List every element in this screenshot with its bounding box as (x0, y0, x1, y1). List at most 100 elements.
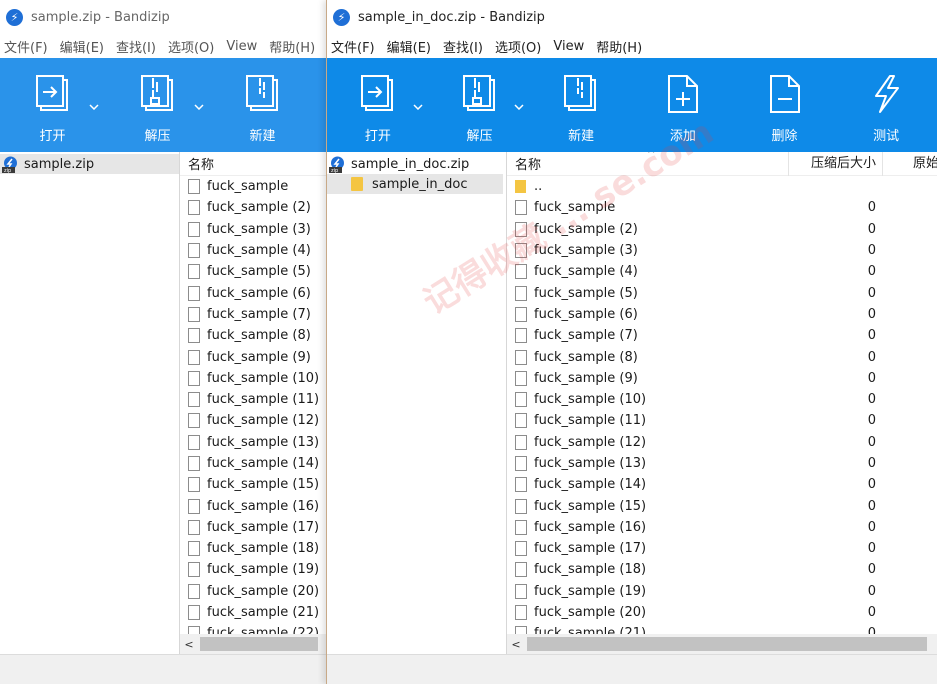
list-item[interactable]: fuck_sample (20) 0 (507, 602, 937, 623)
list-item[interactable]: fuck_sample (6) (180, 282, 326, 303)
list-item[interactable]: fuck_sample (3) 0 (507, 240, 937, 261)
list-item[interactable]: fuck_sample (8) 0 (507, 346, 937, 367)
new-archive-button[interactable]: 新建 (530, 58, 632, 152)
folder-tree: zip sample.zip (0, 152, 180, 654)
list-item[interactable]: fuck_sample (13) 0 (507, 453, 937, 474)
file-name: fuck_sample (5) (534, 285, 638, 301)
menu-options[interactable]: 选项(O) (168, 37, 220, 56)
list-item[interactable]: fuck_sample (11) (180, 389, 326, 410)
menu-view[interactable]: View (226, 39, 263, 54)
list-item[interactable]: fuck_sample (11) 0 (507, 410, 937, 431)
delete-button[interactable]: 删除 (734, 58, 836, 152)
list-item[interactable]: fuck_sample (15) (180, 474, 326, 495)
chevron-down-icon[interactable] (413, 88, 423, 114)
list-item[interactable]: fuck_sample (3) (180, 219, 326, 240)
horizontal-scrollbar[interactable]: < (180, 634, 326, 654)
file-name: fuck_sample (534, 200, 616, 216)
add-button[interactable]: 添加 (632, 58, 734, 152)
file-icon (515, 583, 527, 599)
title-bar: ⚡ sample_in_doc.zip - Bandizip (327, 0, 937, 34)
open-button[interactable]: 打开 (0, 58, 105, 152)
menu-view[interactable]: View (553, 39, 590, 54)
list-item[interactable]: fuck_sample (5) 0 (507, 282, 937, 303)
list-item[interactable]: fuck_sample (17) 0 (507, 538, 937, 559)
list-item[interactable]: fuck_sample (13) (180, 432, 326, 453)
menu-file[interactable]: 文件(F) (4, 37, 54, 56)
list-item[interactable]: fuck_sample (8) (180, 325, 326, 346)
sort-ascending-icon: ^ (647, 152, 656, 160)
list-item[interactable]: fuck_sample (18) (180, 538, 326, 559)
menu-find[interactable]: 查找(I) (116, 37, 162, 56)
scroll-left-icon[interactable]: < (507, 638, 525, 651)
list-item[interactable]: fuck_sample (9) 0 (507, 368, 937, 389)
menu-edit[interactable]: 编辑(E) (60, 37, 110, 56)
column-header-original[interactable]: 原始 (882, 152, 937, 176)
open-button[interactable]: 打开 (327, 58, 429, 152)
scrollbar-thumb[interactable] (527, 637, 927, 651)
file-icon (515, 434, 527, 450)
tree-item-folder[interactable]: sample_in_doc (327, 174, 503, 194)
compressed-size: 0 (867, 583, 876, 599)
list-item[interactable]: fuck_sample (19) (180, 559, 326, 580)
file-icon (515, 285, 527, 301)
list-item[interactable]: fuck_sample (2) 0 (507, 219, 937, 240)
list-item[interactable]: fuck_sample (21) (180, 602, 326, 623)
scrollbar-thumb[interactable] (200, 637, 318, 651)
list-item[interactable]: fuck_sample (9) (180, 346, 326, 367)
list-item[interactable]: fuck_sample (4) 0 (507, 261, 937, 282)
left-window: ⚡ sample.zip - Bandizip 文件(F) 编辑(E) 查找(I… (0, 0, 326, 684)
menu-edit[interactable]: 编辑(E) (387, 37, 437, 56)
horizontal-scrollbar[interactable]: < (507, 634, 937, 654)
column-header-compressed-size[interactable]: 压缩后大小 (788, 152, 882, 176)
menu-help[interactable]: 帮助(H) (596, 37, 648, 56)
list-item[interactable]: fuck_sample (7) (180, 304, 326, 325)
list-item[interactable]: fuck_sample (14) 0 (507, 474, 937, 495)
new-archive-button[interactable]: 新建 (210, 58, 315, 152)
scroll-left-icon[interactable]: < (180, 638, 198, 651)
list-item[interactable]: fuck_sample (12) (180, 410, 326, 431)
list-item[interactable]: fuck_sample (22) (180, 623, 326, 634)
menu-help[interactable]: 帮助(H) (269, 37, 321, 56)
file-name: fuck_sample (18) (207, 541, 320, 557)
column-header-name[interactable]: 名称 (180, 154, 326, 173)
list-item[interactable]: fuck_sample (7) 0 (507, 325, 937, 346)
list-item[interactable]: fuck_sample (18) 0 (507, 559, 937, 580)
chevron-down-icon[interactable] (89, 88, 99, 114)
toolbar: 打开 解压 新建 (0, 58, 326, 152)
file-icon (515, 626, 527, 634)
file-icon (188, 519, 200, 535)
test-button[interactable]: 测试 (835, 58, 937, 152)
list-item-parent[interactable]: .. (507, 176, 937, 197)
list-item[interactable]: fuck_sample (10) (180, 368, 326, 389)
file-name: fuck_sample (15) (207, 477, 320, 493)
list-item[interactable]: fuck_sample (5) (180, 261, 326, 282)
file-name: fuck_sample (10) (207, 370, 320, 386)
list-item[interactable]: fuck_sample (17) (180, 517, 326, 538)
list-item[interactable]: fuck_sample (10) 0 (507, 389, 937, 410)
list-item[interactable]: fuck_sample (15) 0 (507, 495, 937, 516)
chevron-down-icon[interactable] (194, 88, 204, 114)
add-label: 添加 (669, 129, 696, 144)
tree-item-root[interactable]: zip sample_in_doc.zip (327, 154, 506, 174)
file-icon (188, 370, 200, 386)
list-item[interactable]: fuck_sample (14) (180, 453, 326, 474)
list-item[interactable]: fuck_sample 0 (507, 197, 937, 218)
menu-file[interactable]: 文件(F) (331, 37, 381, 56)
list-item[interactable]: fuck_sample (21) 0 (507, 623, 937, 634)
extract-button[interactable]: 解压 (429, 58, 531, 152)
list-item[interactable]: fuck_sample (16) (180, 495, 326, 516)
tree-item-root[interactable]: zip sample.zip (0, 154, 179, 174)
menu-find[interactable]: 查找(I) (443, 37, 489, 56)
chevron-down-icon[interactable] (514, 88, 524, 114)
menu-options[interactable]: 选项(O) (495, 37, 547, 56)
list-item[interactable]: fuck_sample (20) (180, 581, 326, 602)
list-item[interactable]: fuck_sample (4) (180, 240, 326, 261)
extract-button[interactable]: 解压 (105, 58, 210, 152)
list-item[interactable]: fuck_sample (19) 0 (507, 581, 937, 602)
list-item[interactable]: fuck_sample (16) 0 (507, 517, 937, 538)
list-item[interactable]: fuck_sample (2) (180, 197, 326, 218)
list-item[interactable]: fuck_sample (180, 176, 326, 197)
svg-text:zip: zip (331, 168, 338, 173)
list-item[interactable]: fuck_sample (12) 0 (507, 432, 937, 453)
list-item[interactable]: fuck_sample (6) 0 (507, 304, 937, 325)
